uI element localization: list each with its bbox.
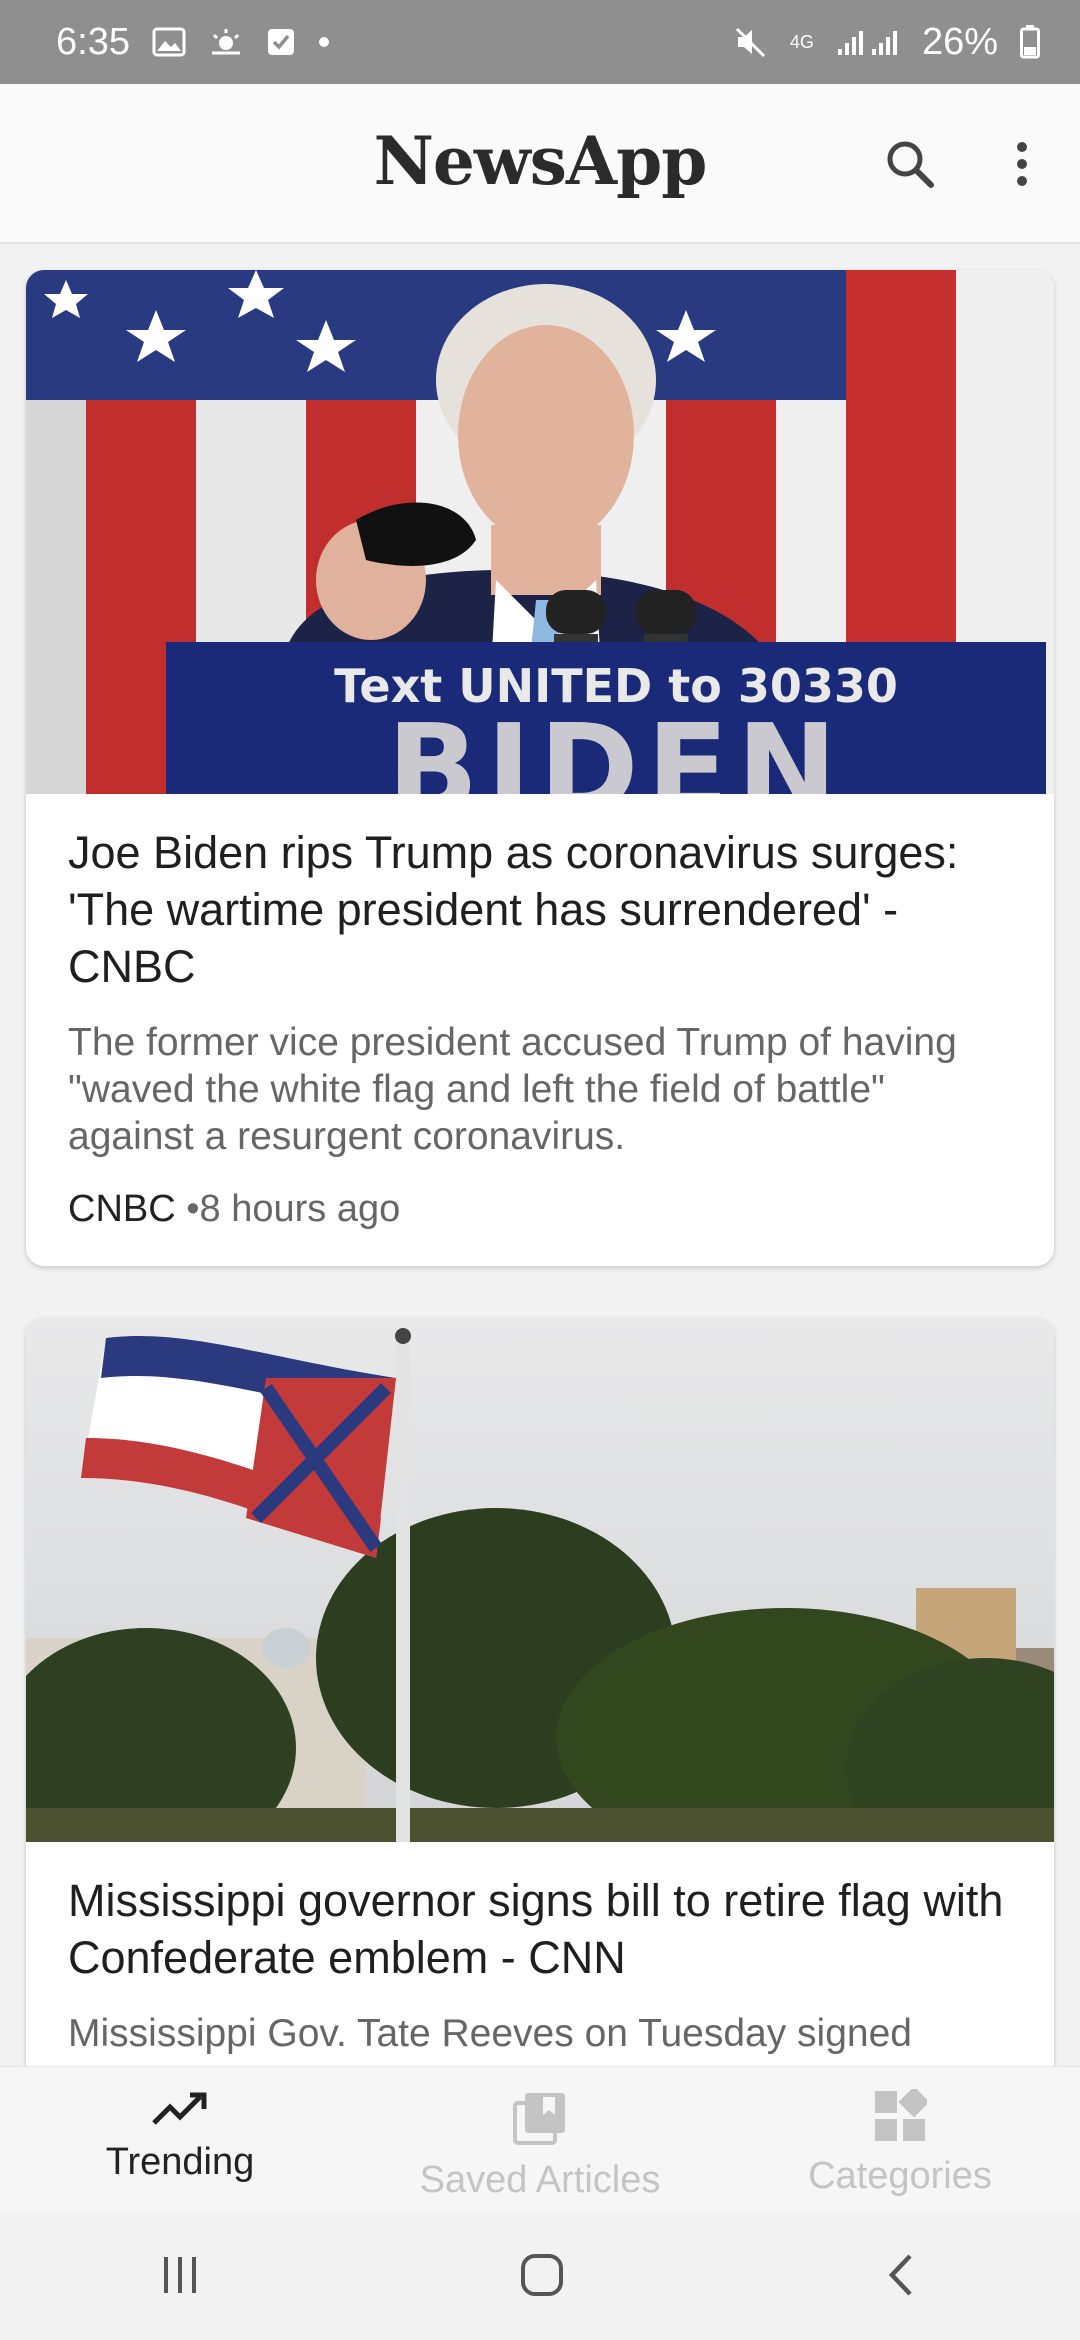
network-type: 4G xyxy=(789,32,814,52)
notification-dot-icon xyxy=(318,36,330,48)
system-navigation-bar xyxy=(0,2214,1080,2340)
nav-trending[interactable]: Trending xyxy=(0,2067,360,2214)
trending-icon xyxy=(152,2092,207,2125)
search-icon xyxy=(887,141,934,188)
back-icon xyxy=(888,2253,912,2296)
nav-saved-articles[interactable]: Saved Articles xyxy=(360,2067,720,2214)
mute-icon xyxy=(734,26,768,58)
categories-icon xyxy=(875,2089,927,2141)
article-time: •8 hours ago xyxy=(186,1188,401,1230)
recent-apps-icon xyxy=(164,2256,197,2293)
bottom-navigation: Trending Saved Articles Categories xyxy=(0,2066,1080,2214)
status-right: 4G 26% xyxy=(734,21,1040,64)
article-meta: CNBC •8 hours ago xyxy=(68,1188,1012,1231)
article-description: Mississippi Gov. Tate Reeves on Tuesday … xyxy=(68,2012,912,2055)
home-icon xyxy=(520,2253,563,2296)
status-left: 6:35 xyxy=(56,21,330,64)
back-button[interactable] xyxy=(882,2252,922,2303)
checkbox-icon xyxy=(266,27,296,57)
battery-icon xyxy=(1020,25,1040,59)
recent-apps-button[interactable] xyxy=(158,2253,202,2302)
signal-icon xyxy=(836,27,900,57)
nav-trending-label: Trending xyxy=(105,2141,255,2183)
overflow-menu-button[interactable] xyxy=(982,124,1062,204)
status-time: 6:35 xyxy=(56,20,130,63)
nav-saved-articles-label: Saved Articles xyxy=(419,2159,661,2201)
nav-categories-label: Categories xyxy=(808,2155,992,2197)
more-vertical-icon xyxy=(1017,142,1027,186)
battery-percent: 26% xyxy=(921,20,998,63)
home-button[interactable] xyxy=(519,2252,565,2303)
article-card[interactable]: Mississippi governor signs bill to retir… xyxy=(26,1318,1054,2066)
search-button[interactable] xyxy=(870,124,950,204)
saved-articles-icon xyxy=(513,2093,565,2145)
article-description: The former vice president accused Trump … xyxy=(68,1021,957,1158)
gallery-icon xyxy=(152,27,186,57)
app-bar: NewsApp xyxy=(0,84,1080,244)
nav-categories[interactable]: Categories xyxy=(720,2067,1080,2214)
article-image xyxy=(26,1318,1054,1842)
podium-logo-text: BIDEN xyxy=(387,700,845,794)
article-image: Text UNITED to 30330 BIDEN xyxy=(26,270,1054,794)
news-feed[interactable]: Text UNITED to 30330 BIDEN Joe Biden rip… xyxy=(0,244,1080,2066)
article-source: CNBC xyxy=(68,1188,176,1230)
weather-icon xyxy=(208,27,244,57)
article-body: Mississippi governor signs bill to retir… xyxy=(26,1842,1054,2057)
article-body: Joe Biden rips Trump as coronavirus surg… xyxy=(26,794,1054,1231)
article-card[interactable]: Text UNITED to 30330 BIDEN Joe Biden rip… xyxy=(26,270,1054,1266)
status-bar: 6:35 4G 26% xyxy=(0,0,1080,84)
article-title[interactable]: Mississippi governor signs bill to retir… xyxy=(68,1872,1012,1986)
article-title[interactable]: Joe Biden rips Trump as coronavirus surg… xyxy=(68,824,1012,995)
